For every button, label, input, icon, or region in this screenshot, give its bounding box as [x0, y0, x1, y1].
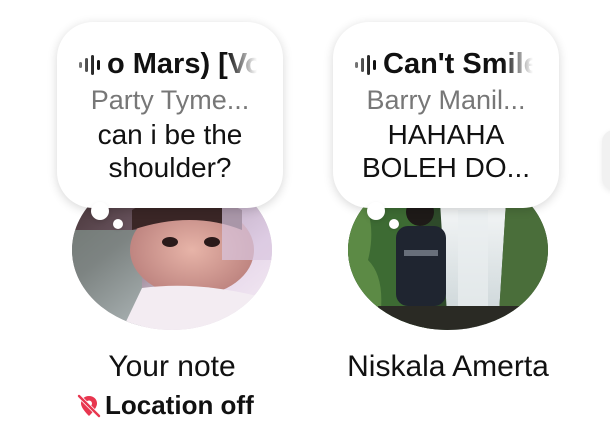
song-title: o Mars) [Vo [107, 48, 263, 80]
bubble-tail [91, 202, 109, 220]
location-status-label: Location off [105, 390, 254, 420]
note-text-line: HAHAHA [387, 119, 505, 150]
song-artist: Party Tyme... [90, 85, 250, 115]
note-card-own[interactable]: o Mars) [Vo Party Tyme... can i be the s… [52, 0, 292, 422]
audio-bars-icon [355, 55, 376, 76]
note-bubble[interactable]: o Mars) [Vo Party Tyme... can i be the s… [57, 22, 283, 208]
location-status[interactable]: Location off [76, 390, 254, 421]
audio-bars-icon [79, 55, 100, 76]
bubble-tail [367, 202, 385, 220]
note-owner-name: Niskala Amerta [347, 350, 549, 383]
notes-strip: o Mars) [Vo Party Tyme... can i be the s… [0, 0, 610, 422]
next-note-peek[interactable] [602, 130, 610, 190]
bubble-tail-dot [113, 219, 123, 229]
note-text-line: BOLEH DO... [361, 152, 531, 183]
note-owner-name: Your note [108, 350, 236, 383]
song-row: Can't Smile [333, 46, 559, 82]
bubble-tail-dot [389, 219, 399, 229]
song-artist: Barry Manil... [366, 85, 526, 115]
note-text-line: shoulder? [108, 152, 232, 183]
note-card-friend[interactable]: Can't Smile Barry Manil... HAHAHA BOLEH … [328, 0, 568, 422]
note-text-line: can i be the [97, 119, 243, 150]
song-title: Can't Smile [383, 48, 540, 80]
note-bubble[interactable]: Can't Smile Barry Manil... HAHAHA BOLEH … [333, 22, 559, 208]
note-text: can i be the shoulder? [57, 118, 283, 184]
song-row: o Mars) [Vo [57, 46, 283, 82]
location-off-icon [77, 393, 101, 418]
note-text: HAHAHA BOLEH DO... [333, 118, 559, 184]
